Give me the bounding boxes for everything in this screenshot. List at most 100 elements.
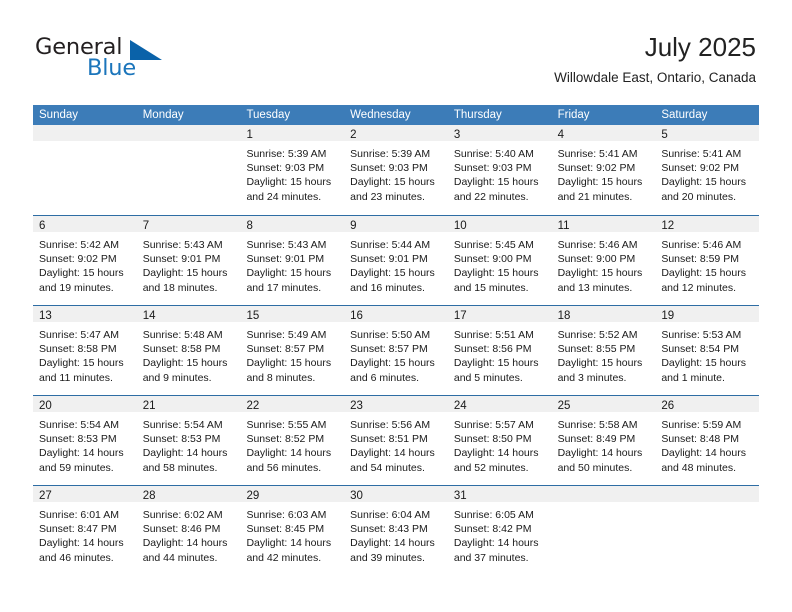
day-info: Sunrise: 5:50 AM Sunset: 8:57 PM Dayligh…	[344, 322, 448, 385]
day-cell[interactable]: 18 Sunrise: 5:52 AM Sunset: 8:55 PM Dayl…	[551, 306, 656, 395]
daylight-text-line2: and 54 minutes.	[350, 461, 425, 474]
sunrise-text: Sunrise: 5:59 AM	[661, 419, 742, 431]
day-cell[interactable]: 16 Sunrise: 5:50 AM Sunset: 8:57 PM Dayl…	[344, 306, 448, 395]
day-cell[interactable]: 17 Sunrise: 5:51 AM Sunset: 8:56 PM Dayl…	[447, 306, 552, 395]
sunset-text: Sunset: 8:43 PM	[350, 523, 428, 536]
day-cell[interactable]: 15 Sunrise: 5:49 AM Sunset: 8:57 PM Dayl…	[240, 306, 345, 395]
day-cell[interactable]: 19 Sunrise: 5:53 AM Sunset: 8:54 PM Dayl…	[655, 306, 760, 395]
day-cell[interactable]: 23 Sunrise: 5:56 AM Sunset: 8:51 PM Dayl…	[344, 396, 448, 485]
sunset-text: Sunset: 9:00 PM	[453, 253, 532, 266]
daylight-text-line1: Daylight: 15 hours	[557, 267, 643, 280]
day-cell[interactable]: 20 Sunrise: 5:54 AM Sunset: 8:53 PM Dayl…	[33, 396, 137, 485]
calendar-grid: Sunday Monday Tuesday Wednesday Thursday…	[33, 105, 760, 575]
day-cell[interactable]	[551, 486, 656, 575]
sunset-text: Sunset: 9:02 PM	[39, 253, 117, 266]
day-cell[interactable]: 7 Sunrise: 5:43 AM Sunset: 9:01 PM Dayli…	[136, 216, 241, 305]
sunset-text: Sunset: 8:55 PM	[557, 343, 636, 356]
sunrise-text: Sunrise: 5:41 AM	[557, 148, 638, 160]
day-cell[interactable]: 8 Sunrise: 5:43 AM Sunset: 9:01 PM Dayli…	[240, 216, 345, 305]
page-header: General Blue July 2025 Willowdale East, …	[0, 0, 792, 104]
day-number-band: 9	[344, 216, 448, 232]
day-cell[interactable]: 13 Sunrise: 5:47 AM Sunset: 8:58 PM Dayl…	[33, 306, 137, 395]
day-cell[interactable]: 12 Sunrise: 5:46 AM Sunset: 8:59 PM Dayl…	[655, 216, 760, 305]
day-cell[interactable]	[655, 486, 760, 575]
daylight-text-line1: Daylight: 14 hours	[246, 447, 332, 460]
sunset-text: Sunset: 8:58 PM	[39, 343, 117, 356]
sunset-text: Sunset: 8:47 PM	[39, 523, 117, 536]
day-cell[interactable]: 28 Sunrise: 6:02 AM Sunset: 8:46 PM Dayl…	[136, 486, 241, 575]
daylight-text-line1: Daylight: 14 hours	[246, 537, 332, 550]
day-cell[interactable]: 29 Sunrise: 6:03 AM Sunset: 8:45 PM Dayl…	[240, 486, 345, 575]
day-cell[interactable]: 5 Sunrise: 5:41 AM Sunset: 9:02 PM Dayli…	[655, 125, 760, 215]
day-info: Sunrise: 5:41 AM Sunset: 9:02 PM Dayligh…	[655, 141, 759, 204]
daylight-text-line1: Daylight: 14 hours	[39, 447, 124, 460]
day-info: Sunrise: 5:40 AM Sunset: 9:03 PM Dayligh…	[448, 141, 552, 204]
day-cell[interactable]: 9 Sunrise: 5:44 AM Sunset: 9:01 PM Dayli…	[344, 216, 448, 305]
daylight-text-line1: Daylight: 15 hours	[661, 267, 746, 280]
day-cell[interactable]: 22 Sunrise: 5:55 AM Sunset: 8:52 PM Dayl…	[240, 396, 345, 485]
sunset-text: Sunset: 9:02 PM	[661, 162, 739, 175]
week-row: 1 Sunrise: 5:39 AM Sunset: 9:03 PM Dayli…	[33, 125, 760, 215]
daylight-text-line1: Daylight: 15 hours	[453, 176, 539, 189]
day-info: Sunrise: 5:42 AM Sunset: 9:02 PM Dayligh…	[33, 232, 137, 295]
day-cell[interactable]: 30 Sunrise: 6:04 AM Sunset: 8:43 PM Dayl…	[344, 486, 448, 575]
sunset-text: Sunset: 8:52 PM	[246, 433, 325, 446]
day-number: 21	[142, 400, 156, 412]
sunrise-text: Sunrise: 5:46 AM	[661, 239, 742, 251]
sunrise-text: Sunrise: 5:46 AM	[557, 239, 638, 251]
day-number-band: 23	[344, 396, 448, 412]
day-cell[interactable]	[33, 125, 137, 215]
day-number: 5	[661, 129, 668, 141]
weekday-header-row: Sunday Monday Tuesday Wednesday Thursday…	[33, 105, 759, 125]
sunrise-text: Sunrise: 6:02 AM	[142, 509, 223, 521]
daylight-text-line1: Daylight: 15 hours	[246, 267, 332, 280]
day-info: Sunrise: 5:59 AM Sunset: 8:48 PM Dayligh…	[655, 412, 759, 475]
day-cell[interactable]: 21 Sunrise: 5:54 AM Sunset: 8:53 PM Dayl…	[136, 396, 241, 485]
day-cell[interactable]: 24 Sunrise: 5:57 AM Sunset: 8:50 PM Dayl…	[447, 396, 552, 485]
week-row: 20 Sunrise: 5:54 AM Sunset: 8:53 PM Dayl…	[33, 395, 760, 485]
daylight-text-line1: Daylight: 14 hours	[142, 447, 228, 460]
sunrise-text: Sunrise: 5:39 AM	[246, 148, 327, 160]
day-cell[interactable]: 4 Sunrise: 5:41 AM Sunset: 9:02 PM Dayli…	[551, 125, 656, 215]
daylight-text-line2: and 5 minutes.	[453, 371, 523, 384]
sunrise-text: Sunrise: 5:48 AM	[142, 329, 223, 341]
day-cell[interactable]: 3 Sunrise: 5:40 AM Sunset: 9:03 PM Dayli…	[447, 125, 552, 215]
day-info: Sunrise: 5:56 AM Sunset: 8:51 PM Dayligh…	[344, 412, 448, 475]
daylight-text-line1: Daylight: 15 hours	[39, 267, 124, 280]
day-cell[interactable]: 11 Sunrise: 5:46 AM Sunset: 9:00 PM Dayl…	[551, 216, 656, 305]
day-cell[interactable]: 1 Sunrise: 5:39 AM Sunset: 9:03 PM Dayli…	[240, 125, 345, 215]
day-number: 16	[350, 310, 363, 322]
day-cell[interactable]: 10 Sunrise: 5:45 AM Sunset: 9:00 PM Dayl…	[447, 216, 552, 305]
sunrise-text: Sunrise: 6:05 AM	[453, 509, 534, 521]
day-number: 9	[350, 220, 357, 232]
day-cell[interactable]: 27 Sunrise: 6:01 AM Sunset: 8:47 PM Dayl…	[33, 486, 137, 575]
daylight-text-line1: Daylight: 15 hours	[557, 176, 643, 189]
sunrise-text: Sunrise: 5:58 AM	[557, 419, 638, 431]
sunrise-text: Sunrise: 5:43 AM	[246, 239, 327, 251]
day-info: Sunrise: 5:51 AM Sunset: 8:56 PM Dayligh…	[448, 322, 552, 385]
sunrise-text: Sunrise: 5:40 AM	[453, 148, 534, 160]
day-cell[interactable]: 6 Sunrise: 5:42 AM Sunset: 9:02 PM Dayli…	[33, 216, 137, 305]
day-number: 31	[453, 490, 467, 502]
sunrise-text: Sunrise: 5:42 AM	[39, 239, 119, 251]
day-cell[interactable]: 31 Sunrise: 6:05 AM Sunset: 8:42 PM Dayl…	[447, 486, 552, 575]
daylight-text-line1: Daylight: 15 hours	[350, 176, 435, 189]
day-cell[interactable]: 25 Sunrise: 5:58 AM Sunset: 8:49 PM Dayl…	[551, 396, 656, 485]
daylight-text-line1: Daylight: 15 hours	[39, 357, 124, 370]
day-cell[interactable]: 26 Sunrise: 5:59 AM Sunset: 8:48 PM Dayl…	[655, 396, 760, 485]
day-number: 18	[557, 310, 571, 322]
daylight-text-line2: and 9 minutes.	[142, 371, 212, 384]
day-cell[interactable]	[136, 125, 241, 215]
day-number-band: 22	[240, 396, 345, 412]
day-number-band: 6	[33, 216, 137, 232]
day-cell[interactable]: 2 Sunrise: 5:39 AM Sunset: 9:03 PM Dayli…	[344, 125, 448, 215]
day-info: Sunrise: 5:39 AM Sunset: 9:03 PM Dayligh…	[344, 141, 448, 204]
daylight-text-line1: Daylight: 15 hours	[661, 357, 746, 370]
day-number-band: 21	[136, 396, 241, 412]
daylight-text-line1: Daylight: 14 hours	[39, 537, 124, 550]
day-cell[interactable]: 14 Sunrise: 5:48 AM Sunset: 8:58 PM Dayl…	[136, 306, 241, 395]
day-info: Sunrise: 5:48 AM Sunset: 8:58 PM Dayligh…	[137, 322, 241, 385]
day-number-band: 11	[551, 216, 656, 232]
daylight-text-line1: Daylight: 15 hours	[350, 357, 435, 370]
sunset-text: Sunset: 9:01 PM	[350, 253, 428, 266]
